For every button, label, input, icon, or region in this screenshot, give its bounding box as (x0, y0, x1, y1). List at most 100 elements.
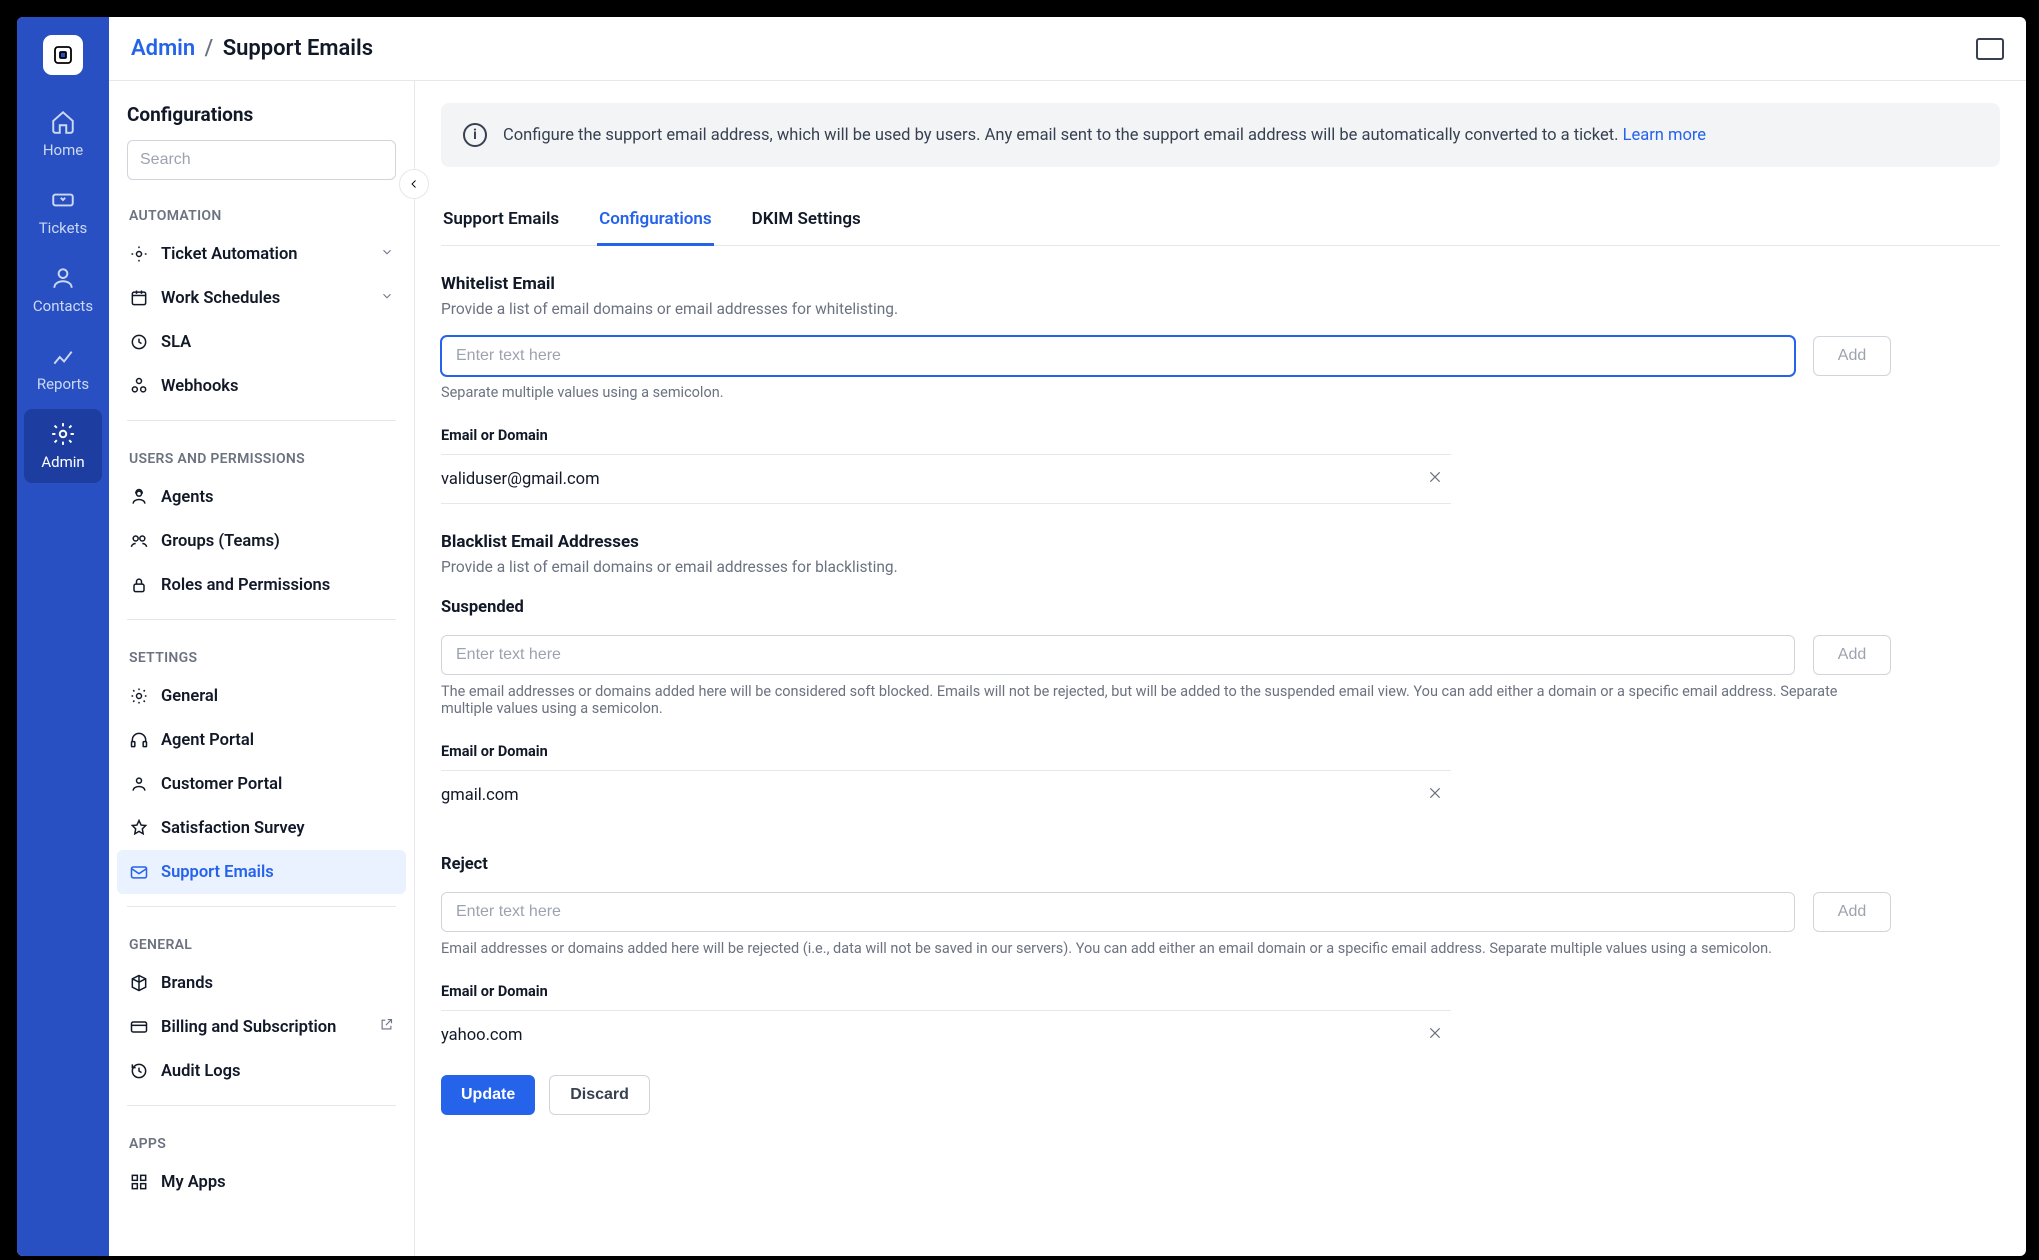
content-area: i Configure the support email address, w… (415, 81, 2026, 1256)
tab-support-emails[interactable]: Support Emails (441, 195, 561, 246)
webhook-icon (129, 376, 149, 396)
nav-home-label: Home (43, 141, 83, 159)
remove-suspended-button[interactable] (1427, 785, 1451, 805)
mail-icon (129, 862, 149, 882)
topbar: Admin / Support Emails (109, 17, 2026, 81)
section-automation: AUTOMATION (109, 190, 414, 232)
ticket-icon (50, 187, 76, 213)
collapse-sidebar-button[interactable] (399, 169, 429, 199)
menu-general[interactable]: General (109, 674, 414, 718)
menu-audit-logs[interactable]: Audit Logs (109, 1049, 414, 1093)
menu-satisfaction[interactable]: Satisfaction Survey (109, 806, 414, 850)
info-icon: i (463, 123, 487, 147)
home-icon (50, 109, 76, 135)
whitelist-title: Whitelist Email (441, 274, 2000, 294)
menu-agents[interactable]: Agents (109, 475, 414, 519)
suspended-input[interactable] (441, 635, 1795, 675)
suspended-label: Suspended (441, 598, 2000, 617)
breadcrumb: Admin / Support Emails (131, 36, 373, 61)
menu-ticket-automation[interactable]: Ticket Automation (109, 232, 414, 276)
reject-col-header: Email or Domain (441, 983, 1451, 1010)
menu-work-schedules[interactable]: Work Schedules (109, 276, 414, 320)
chevron-down-icon (380, 245, 394, 264)
user-icon (129, 774, 149, 794)
whitelist-col-header: Email or Domain (441, 427, 1451, 454)
learn-more-link[interactable]: Learn more (1623, 126, 1706, 145)
remove-whitelist-button[interactable] (1427, 469, 1451, 489)
billing-icon (129, 1017, 149, 1037)
gear-icon (50, 421, 76, 447)
update-button[interactable]: Update (441, 1075, 535, 1115)
suspended-col-header: Email or Domain (441, 743, 1451, 770)
reject-label: Reject (441, 855, 2000, 874)
section-general: GENERAL (109, 919, 414, 961)
nav-reports-label: Reports (37, 375, 89, 393)
reject-add-button[interactable]: Add (1813, 892, 1891, 932)
reject-input[interactable] (441, 892, 1795, 932)
suspended-row: gmail.com (441, 770, 1451, 819)
device-icon[interactable] (1976, 38, 2004, 60)
automation-icon (129, 244, 149, 264)
suspended-value: gmail.com (441, 786, 519, 805)
gear-icon (129, 686, 149, 706)
nav-tickets-label: Tickets (39, 219, 88, 237)
agent-icon (129, 487, 149, 507)
whitelist-add-button[interactable]: Add (1813, 336, 1891, 376)
groups-icon (129, 531, 149, 551)
config-sidebar: Configurations AUTOMATION Ticket Automat… (109, 81, 415, 1256)
nav-contacts[interactable]: Contacts (24, 253, 102, 327)
menu-roles[interactable]: Roles and Permissions (109, 563, 414, 607)
whitelist-input[interactable] (441, 336, 1795, 376)
menu-agent-portal[interactable]: Agent Portal (109, 718, 414, 762)
breadcrumb-root[interactable]: Admin (131, 36, 195, 61)
close-icon (1427, 785, 1443, 801)
menu-my-apps[interactable]: My Apps (109, 1160, 414, 1204)
menu-sla[interactable]: SLA (109, 320, 414, 364)
whitelist-row: validuser@gmail.com (441, 454, 1451, 504)
tab-dkim-settings[interactable]: DKIM Settings (750, 195, 863, 246)
nav-reports[interactable]: Reports (24, 331, 102, 405)
menu-billing[interactable]: Billing and Subscription (109, 1005, 414, 1049)
menu-customer-portal[interactable]: Customer Portal (109, 762, 414, 806)
whitelist-value: validuser@gmail.com (441, 470, 600, 489)
breadcrumb-current: Support Emails (223, 36, 373, 61)
history-icon (129, 1061, 149, 1081)
sidebar-search-input[interactable] (127, 140, 396, 180)
headset-icon (129, 730, 149, 750)
apps-icon (129, 1172, 149, 1192)
info-banner: i Configure the support email address, w… (441, 103, 2000, 167)
nav-admin[interactable]: Admin (24, 409, 102, 483)
whitelist-desc: Provide a list of email domains or email… (441, 300, 2000, 318)
chevron-left-icon (408, 178, 420, 190)
app-logo[interactable] (43, 35, 83, 75)
nav-admin-label: Admin (41, 453, 84, 471)
reject-value: yahoo.com (441, 1026, 522, 1045)
sidebar-title: Configurations (127, 103, 253, 126)
nav-tickets[interactable]: Tickets (24, 175, 102, 249)
close-icon (1427, 1025, 1443, 1041)
contacts-icon (50, 265, 76, 291)
menu-webhooks[interactable]: Webhooks (109, 364, 414, 408)
remove-reject-button[interactable] (1427, 1025, 1451, 1045)
calendar-icon (129, 288, 149, 308)
menu-brands[interactable]: Brands (109, 961, 414, 1005)
nav-contacts-label: Contacts (33, 297, 93, 315)
close-icon (1427, 469, 1443, 485)
menu-support-emails[interactable]: Support Emails (117, 850, 406, 894)
chevron-down-icon (380, 289, 394, 308)
section-users: USERS AND PERMISSIONS (109, 433, 414, 475)
nav-rail: Home Tickets Contacts Reports Admin (17, 17, 109, 1256)
menu-groups[interactable]: Groups (Teams) (109, 519, 414, 563)
sla-icon (129, 332, 149, 352)
reports-icon (50, 343, 76, 369)
discard-button[interactable]: Discard (549, 1075, 650, 1115)
nav-home[interactable]: Home (24, 97, 102, 171)
lock-icon (129, 575, 149, 595)
tab-configurations[interactable]: Configurations (597, 195, 714, 246)
suspended-add-button[interactable]: Add (1813, 635, 1891, 675)
section-settings: SETTINGS (109, 632, 414, 674)
suspended-helper: The email addresses or domains added her… (441, 683, 1891, 717)
cube-icon (129, 973, 149, 993)
banner-text: Configure the support email address, whi… (503, 126, 1623, 145)
tabs: Support Emails Configurations DKIM Setti… (441, 195, 2000, 246)
